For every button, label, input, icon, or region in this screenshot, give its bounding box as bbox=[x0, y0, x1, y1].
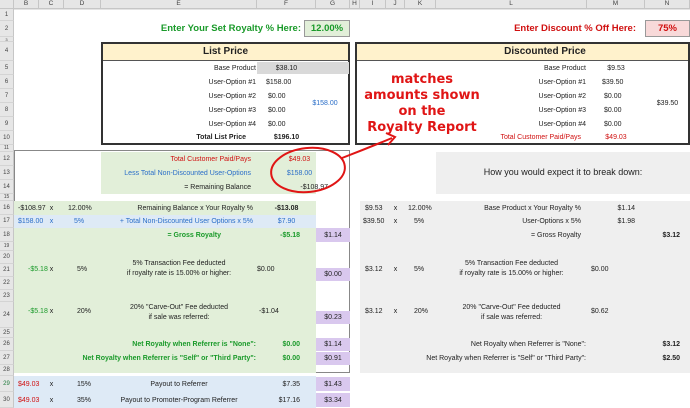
annotation-circle bbox=[270, 146, 346, 194]
annotation-arrow-line bbox=[341, 137, 393, 159]
annotation-drawing bbox=[270, 132, 397, 194]
